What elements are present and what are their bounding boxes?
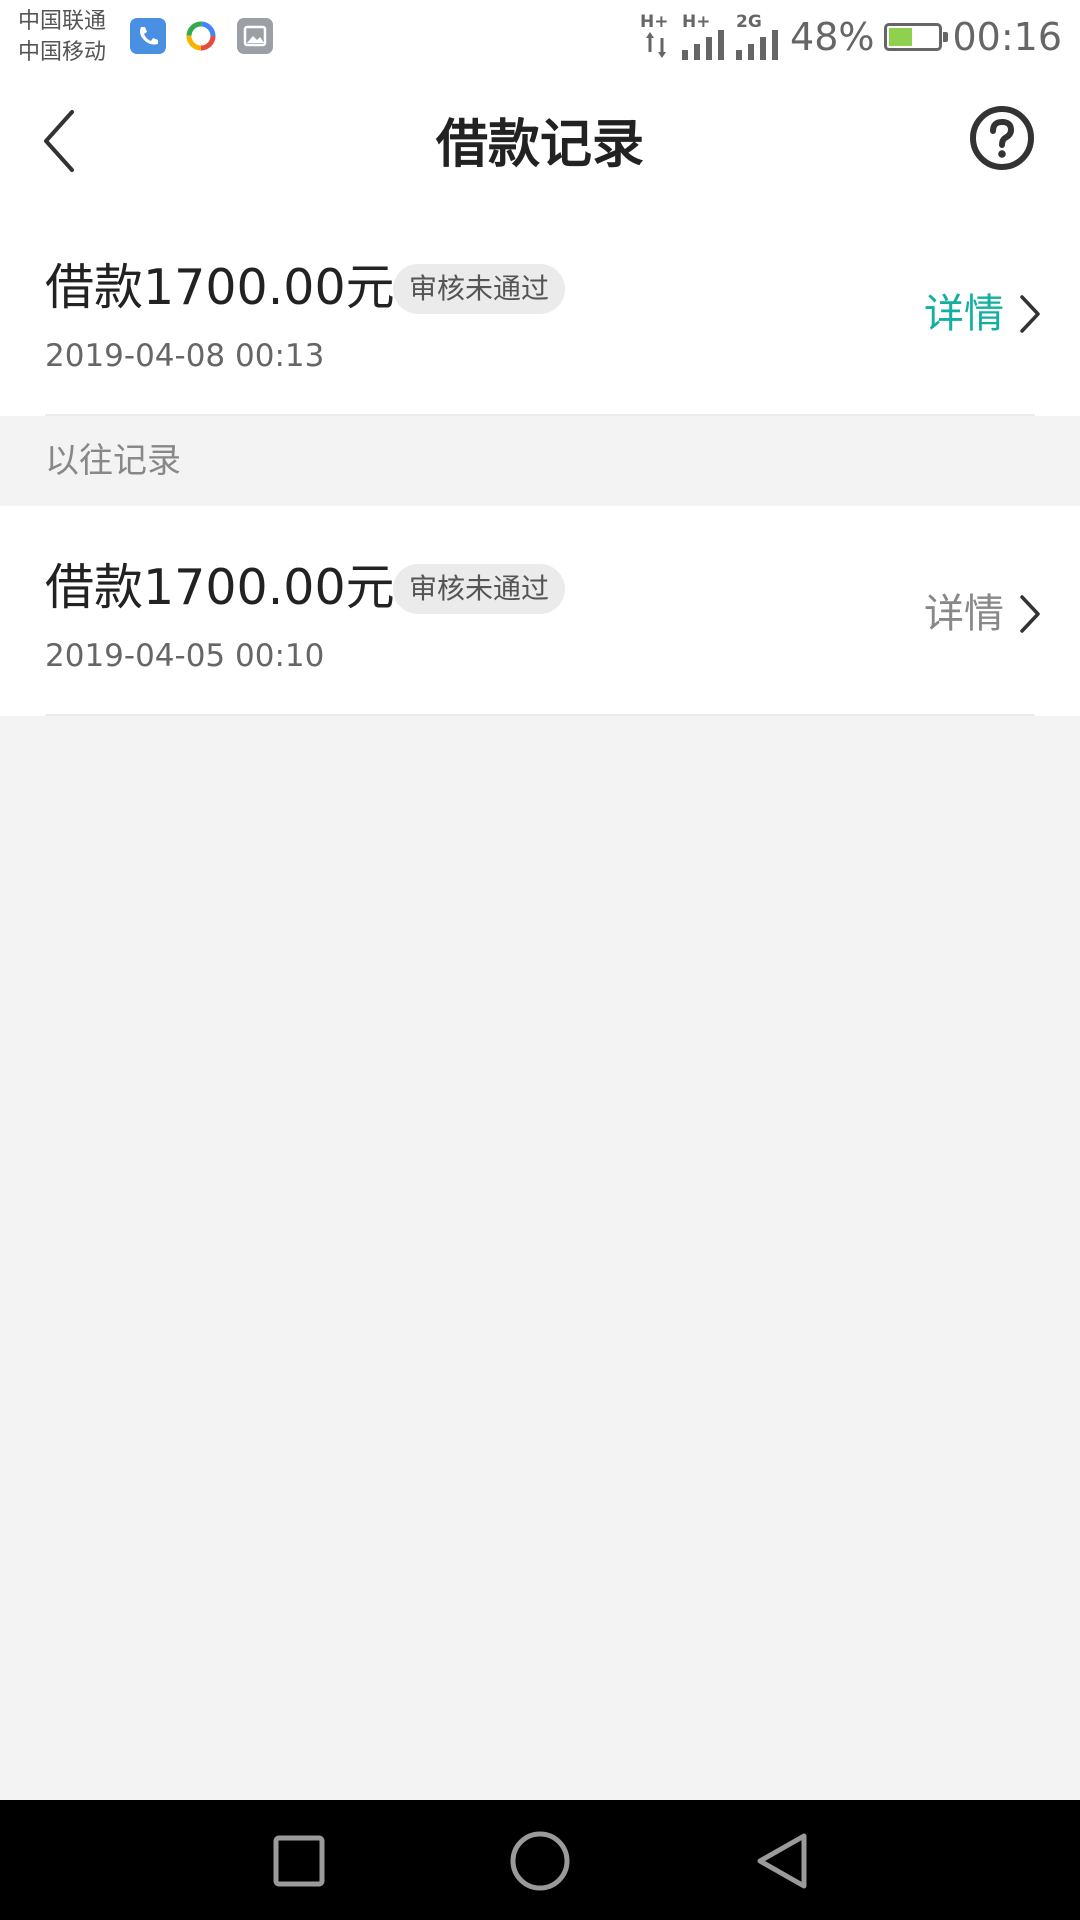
record-date: 2019-04-05 00:10 [45,638,325,674]
carrier-2: 中国移动 [18,40,107,65]
signal-1: H+ [682,14,726,60]
back-nav-button[interactable] [746,1826,816,1896]
signal-h-plus-data: H+ [640,14,672,60]
data-arrows-icon [646,32,667,58]
recent-apps-icon [273,1835,325,1887]
system-nav-bar [0,1800,1080,1920]
status-indicators: H+ H+ 2G 48% 00:16 [640,12,1062,62]
section-header: 以往记录 [0,416,1080,506]
home-icon [510,1831,570,1891]
back-icon [757,1833,807,1889]
status-badge: 审核未通过 [393,564,566,614]
app-icon [183,18,219,54]
question-circle-icon [970,106,1034,170]
help-button[interactable] [968,104,1036,172]
recent-apps-button[interactable] [264,1826,334,1896]
page-title: 借款记录 [435,115,644,175]
battery-percent: 48% [790,15,875,59]
carrier-labels: 中国联通 中国移动 [18,6,106,68]
record-amount: 借款1700.00元 [45,559,395,616]
battery-fill [889,28,913,46]
carrier-1: 中国联通 [18,9,107,34]
section-title: 以往记录 [45,441,181,481]
detail-label: 详情 [924,291,1004,337]
network-type-1: H+ [640,12,669,32]
status-badge: 审核未通过 [393,264,566,314]
network-type-2: H+ [682,12,711,32]
battery-icon [884,23,949,51]
home-button[interactable] [505,1826,575,1896]
gallery-icon [237,18,273,54]
chevron-right-icon [1020,595,1040,633]
chevron-right-icon [1020,295,1040,333]
signal-bars-icon [682,30,725,60]
clock: 00:16 [952,15,1062,59]
divider [45,714,1035,716]
status-bar: 中国联通 中国移动 H+ H+ 2G 48% 00:16 [0,0,1080,76]
record-amount: 借款1700.00元 [45,259,395,316]
phone-icon [130,18,166,54]
signal-2: 2G [736,14,780,60]
detail-label: 详情 [924,591,1004,637]
detail-link[interactable]: 详情 [924,586,1042,642]
app-header: 借款记录 [0,76,1080,206]
signal-bars-icon [736,30,779,60]
current-record-item[interactable]: 借款1700.00元 审核未通过 2019-04-08 00:13 详情 [0,206,1080,416]
record-date: 2019-04-08 00:13 [45,338,325,374]
detail-link[interactable]: 详情 [924,286,1042,342]
past-record-item[interactable]: 借款1700.00元 审核未通过 2019-04-05 00:10 详情 [0,506,1080,716]
network-type-3: 2G [736,12,762,32]
